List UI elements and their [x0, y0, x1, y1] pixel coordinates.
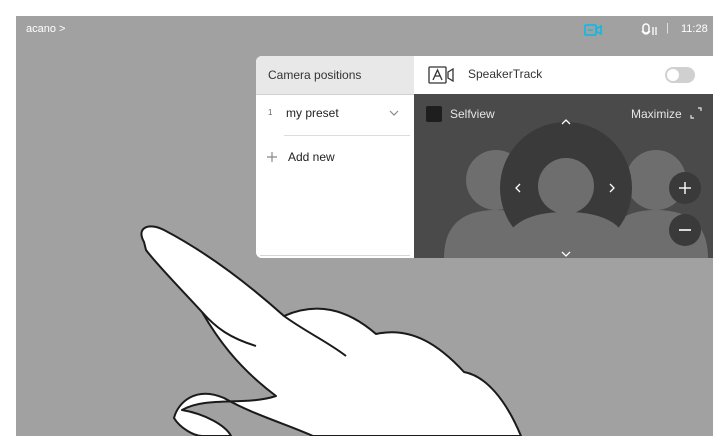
video-background: acano > | 11:28 Camera positions 1 my pr…	[16, 16, 713, 436]
hand-illustration	[140, 225, 522, 436]
